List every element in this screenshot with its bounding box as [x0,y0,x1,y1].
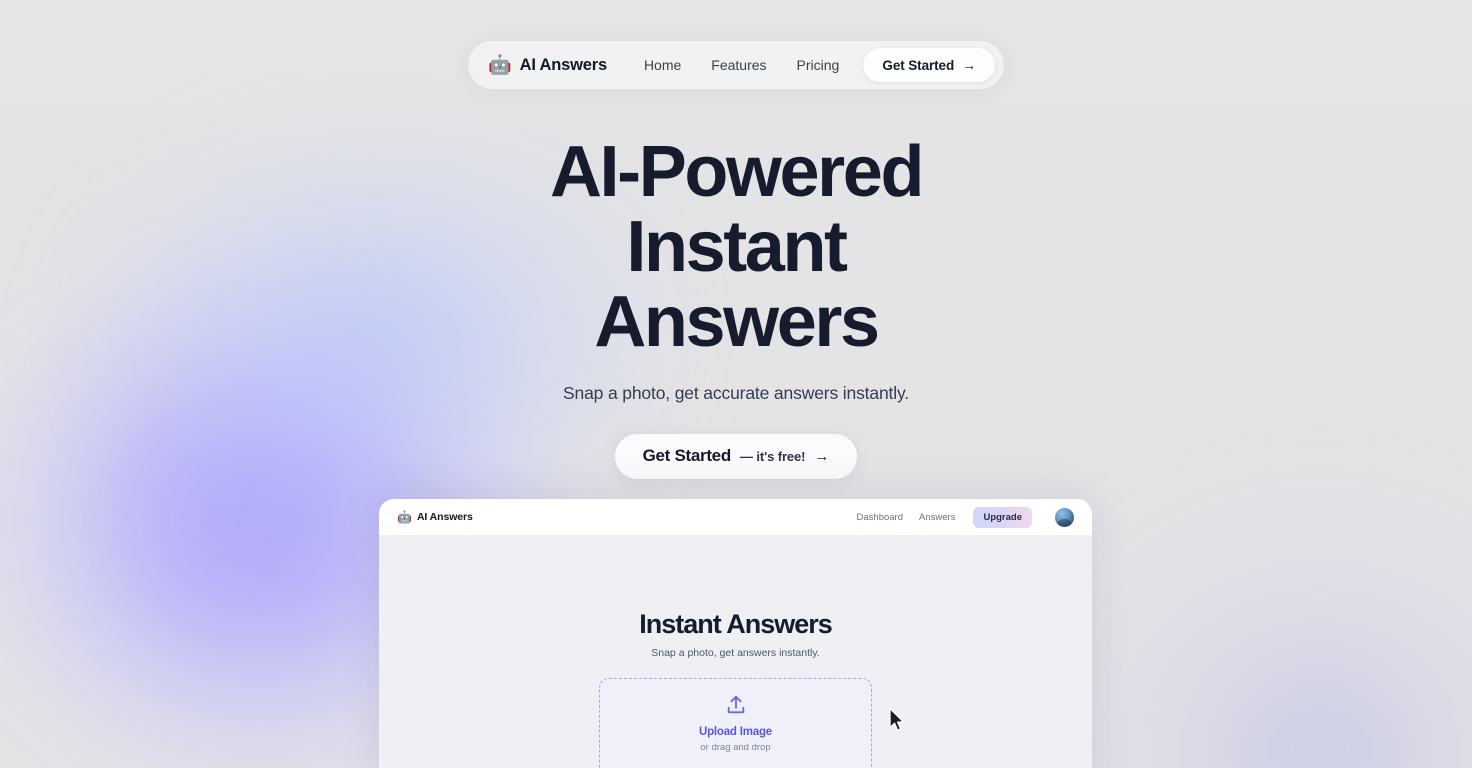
robot-logo-icon: 🤖 [488,54,512,76]
hero-section: AI-Powered Instant Answers Snap a photo,… [0,135,1472,479]
upgrade-button[interactable]: Upgrade [973,506,1032,528]
nav-link-home[interactable]: Home [644,57,681,73]
upload-image-label: Upload Image [698,726,772,738]
nav-link-features[interactable]: Features [711,57,766,73]
nav-link-pricing[interactable]: Pricing [797,57,840,73]
upload-icon [727,695,744,714]
arrow-right-icon: → [814,447,830,465]
hero-subtitle: Snap a photo, get accurate answers insta… [562,382,910,403]
hero-cta-note: — it's free! [739,448,806,464]
app-nav-link-dashboard[interactable]: Dashboard [857,512,903,523]
top-navbar: 🤖 AI Answers Home Features Pricing Get S… [468,41,1004,89]
arrow-cursor [889,707,905,731]
navbar-cta-label: Get Started [882,57,955,73]
app-preview-brand[interactable]: 🤖 AI Answers [397,511,473,523]
navbar-get-started-button[interactable]: Get Started → [863,48,995,82]
upload-dropzone[interactable]: Upload Image or drag and drop [599,678,872,768]
app-preview-nav: Dashboard Answers Upgrade [857,506,1074,528]
app-brand-name: AI Answers [416,511,473,523]
robot-logo-icon: 🤖 [397,510,412,524]
navbar-brand[interactable]: 🤖 AI Answers [488,56,607,75]
brand-name: AI Answers [519,55,607,74]
app-preview-title: Instant Answers [639,609,833,639]
navbar-links: Home Features Pricing [644,57,839,73]
app-preview-body: Instant Answers Snap a photo, get answer… [379,535,1092,768]
hero-cta-label: Get Started [642,446,732,466]
app-preview-card: 🤖 AI Answers Dashboard Answers Upgrade I… [379,499,1092,768]
avatar[interactable] [1055,507,1074,527]
drag-and-drop-hint: or drag and drop [700,742,771,753]
page-title: AI-Powered Instant Answers [549,132,924,362]
app-preview-subtitle: Snap a photo, get answers instantly. [651,647,820,659]
app-nav-link-answers[interactable]: Answers [919,512,955,523]
hero-get-started-button[interactable]: Get Started — it's free! → [614,433,858,479]
arrow-right-icon: → [962,57,976,73]
app-preview-header: 🤖 AI Answers Dashboard Answers Upgrade [379,499,1092,535]
